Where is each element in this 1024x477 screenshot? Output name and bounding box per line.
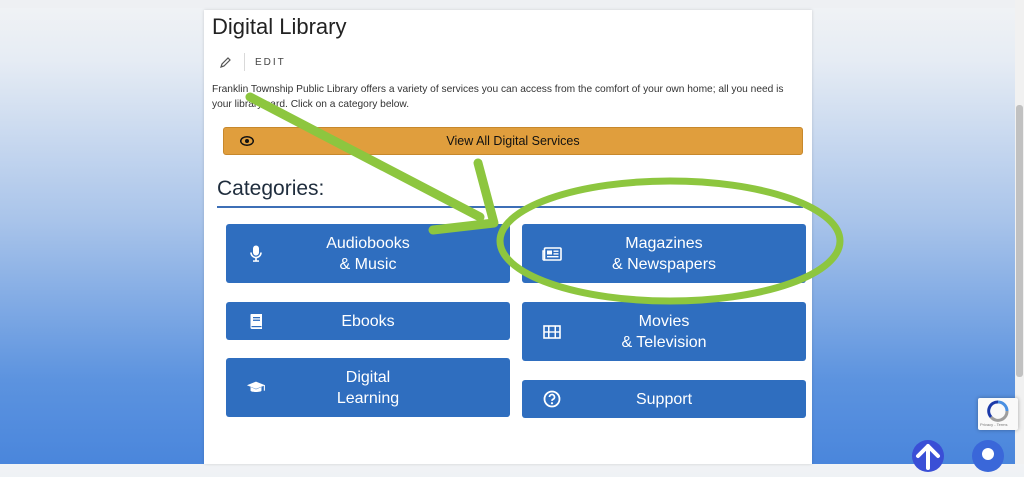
pencil-icon[interactable] [218, 55, 232, 69]
category-label: Support [635, 390, 693, 408]
arrow-up-icon [916, 444, 940, 470]
chat-widget-button[interactable] [972, 440, 1004, 472]
category-digital-learning-button[interactable]: Digital Learning [226, 358, 510, 417]
newspaper-icon [542, 244, 562, 264]
edit-link[interactable]: EDIT [255, 57, 286, 68]
recaptcha-logo-icon [987, 400, 1009, 422]
edit-divider [244, 53, 245, 71]
category-label: Audiobooks & Music [326, 234, 410, 273]
category-label: Digital Learning [336, 368, 400, 407]
microphone-icon [246, 244, 266, 264]
back-to-top-button[interactable] [912, 440, 944, 472]
category-magazines-newspapers-button[interactable]: Magazines & Newspapers [522, 224, 806, 283]
category-ebooks-button[interactable]: Ebooks [226, 302, 510, 340]
film-icon [542, 322, 562, 342]
view-all-label: View All Digital Services [446, 134, 580, 148]
categories-divider [217, 206, 803, 208]
categories-heading: Categories: [217, 177, 325, 200]
page-title: Digital Library [212, 14, 347, 39]
category-audiobooks-music-button[interactable]: Audiobooks & Music [226, 224, 510, 283]
category-support-button[interactable]: Support [522, 380, 806, 418]
question-circle-icon [542, 389, 562, 409]
category-label: Ebooks [341, 312, 395, 330]
category-label: Movies & Television [621, 312, 707, 351]
content-card: Digital Library EDIT Franklin Township P… [204, 10, 812, 464]
eye-icon [239, 135, 255, 150]
recaptcha-terms[interactable]: Privacy - Terms [980, 422, 1007, 427]
category-label: Magazines & Newspapers [611, 234, 717, 273]
category-movies-television-button[interactable]: Movies & Television [522, 302, 806, 361]
recaptcha-badge[interactable]: Privacy - Terms [978, 398, 1018, 430]
chat-icon [982, 448, 994, 460]
book-icon [246, 311, 266, 331]
graduation-cap-icon [246, 378, 266, 398]
browser-top-edge [0, 0, 1024, 8]
edit-toolbar: EDIT [218, 52, 286, 72]
page-scrollbar[interactable] [1015, 0, 1024, 464]
view-all-digital-services-button[interactable]: View All Digital Services [223, 127, 803, 155]
scrollbar-thumb[interactable] [1016, 105, 1023, 377]
intro-text: Franklin Township Public Library offers … [212, 84, 784, 110]
